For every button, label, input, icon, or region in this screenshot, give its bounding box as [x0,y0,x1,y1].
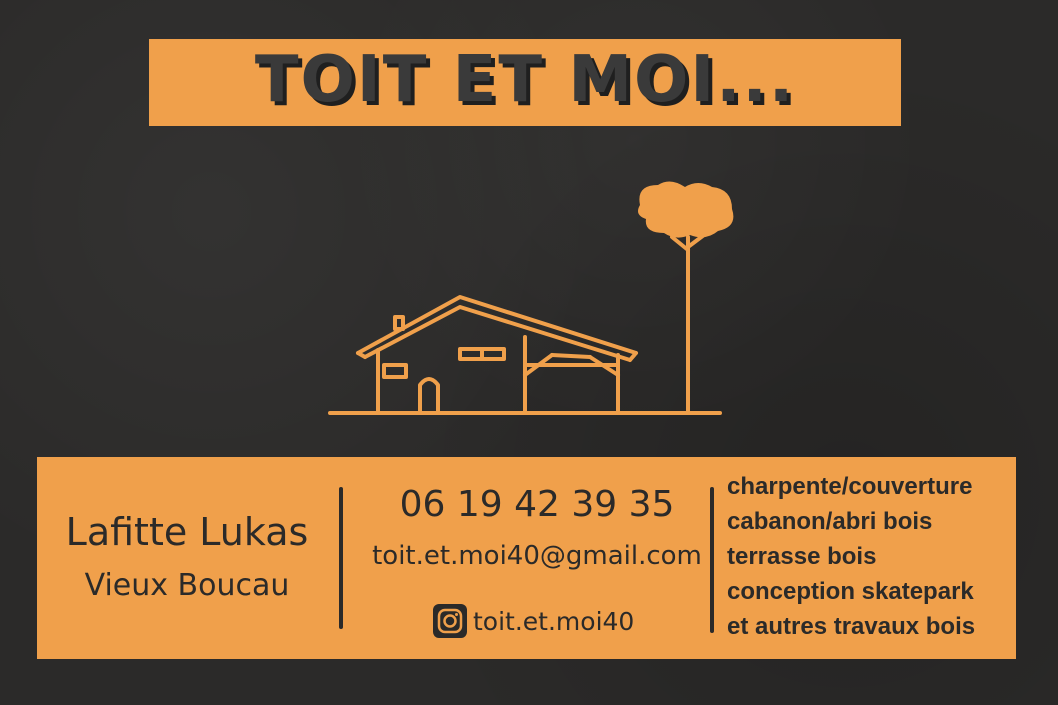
services-list: charpente/couverture cabanon/abri bois t… [727,469,975,644]
illustration [328,181,734,415]
service-item: charpente/couverture [727,473,973,500]
contact-city: Vieux Boucau [84,568,290,603]
title-banner: TOIT ET MOI... [149,39,901,126]
divider-right [710,487,714,633]
contact-name: Lafitte Lukas [65,510,309,554]
phone-number[interactable]: 06 19 42 39 35 [347,484,727,525]
service-item: terrasse bois [727,543,877,570]
pine-tree-icon [670,233,706,413]
instagram-link[interactable]: toit.et.moi40 [433,604,634,638]
house-outline-icon [328,295,722,415]
service-item: et autres travaux bois [727,613,976,640]
instagram-icon [433,604,467,638]
brand-title: TOIT ET MOI... [254,42,796,117]
instagram-handle: toit.et.moi40 [473,606,635,636]
service-item: cabanon/abri bois [727,508,933,535]
email-address[interactable]: toit.et.moi40@gmail.com [347,541,727,571]
contact-band: Lafitte Lukas Vieux Boucau 06 19 42 39 3… [37,457,1016,659]
divider-left [339,487,343,629]
service-item: conception skatepark [727,578,974,605]
